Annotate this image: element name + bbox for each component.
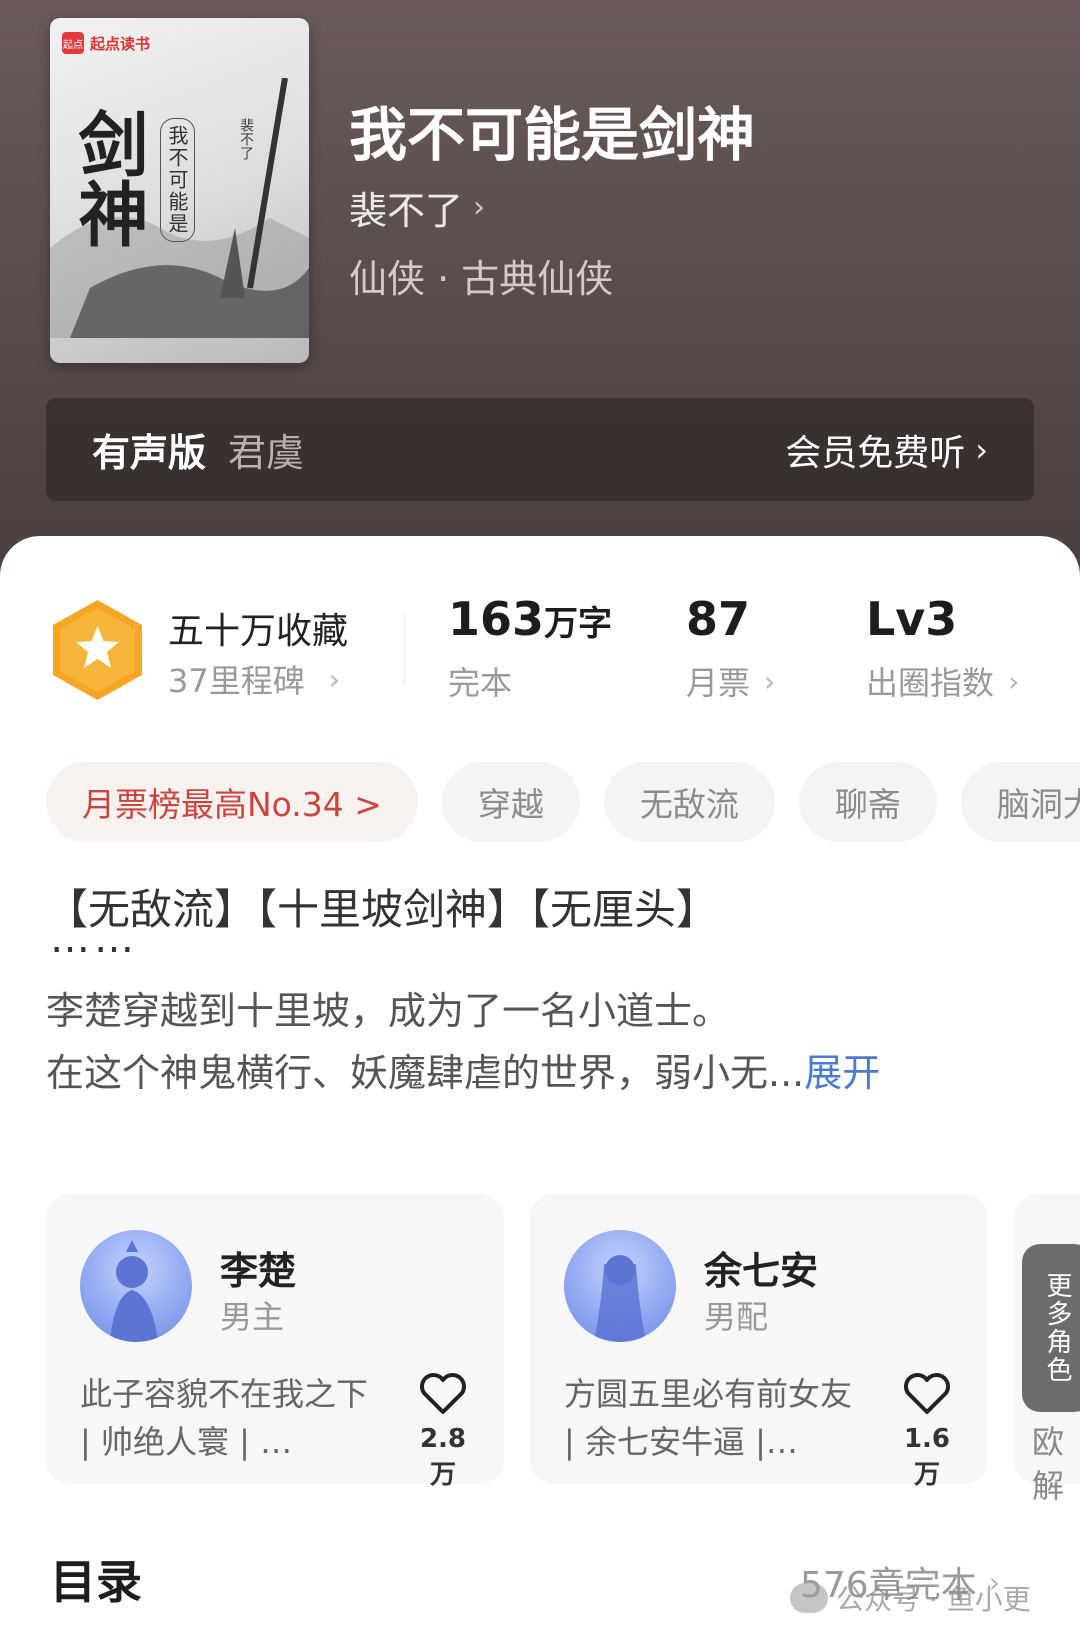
author-link[interactable]: 裴不了 › xyxy=(349,180,485,235)
rank-tag[interactable]: 月票榜最高No.34 > xyxy=(46,762,418,842)
character-avatar xyxy=(564,1230,676,1342)
tag-chip[interactable]: 穿越 xyxy=(441,762,580,842)
chevron-right-icon: › xyxy=(1008,664,1020,698)
tags-row: 月票榜最高No.34 > 穿越 无敌流 聊斋 脑洞大 xyxy=(46,762,1080,842)
book-detail-card: 五十万收藏 37里程碑 › 163万字 完本 87 月票 › Lv3 出圈指数 xyxy=(0,536,1080,1641)
character-name: 余七安 xyxy=(704,1249,819,1293)
synopsis-line: 李楚穿越到十里坡，成为了一名小道士。 xyxy=(46,989,731,1033)
more-characters-button[interactable]: 更多角色 xyxy=(1022,1244,1080,1412)
cover-author: 裴不了 xyxy=(238,118,254,160)
heart-icon xyxy=(420,1373,466,1414)
chevron-right-icon: › xyxy=(473,190,486,225)
word-count-value: 163万字 xyxy=(448,592,613,646)
book-header: 起点 起点读书 剑神 我不可能是 裴不了 我不可能是剑神 裴不了 › 仙侠 · … xyxy=(0,0,1080,600)
like-button[interactable]: 2.8万 xyxy=(408,1372,478,1491)
cover-big-title: 剑神 xyxy=(67,108,150,248)
synopsis-line: 在这个神鬼横行、妖魔肆虐的世界，弱小无...展开 xyxy=(46,1051,881,1095)
chevron-right-icon: › xyxy=(764,664,776,698)
publisher-logo-icon: 起点 xyxy=(62,32,84,54)
character-card[interactable]: 李楚 男主 此子容貌不在我之下 | 帅绝人寰 | … 2.8万 xyxy=(46,1194,504,1490)
monthly-tickets-label: 月票 › xyxy=(686,664,776,702)
audio-narrator: 君虞 xyxy=(228,431,305,475)
character-role: 男主 xyxy=(220,1298,285,1336)
synopsis-keywords: 【无敌流】【十里坡剑神】【无厘头】 xyxy=(46,885,719,934)
more-characters-panel: 更多角色 欧解 xyxy=(1014,1194,1080,1505)
character-role: 男配 xyxy=(704,1298,769,1336)
book-cover[interactable]: 起点 起点读书 剑神 我不可能是 裴不了 xyxy=(50,18,309,363)
cover-sub-title: 我不可能是 xyxy=(160,118,195,242)
collect-count: 五十万收藏 xyxy=(168,611,349,652)
character-card[interactable]: 余七安 男配 方圆五里必有前女友 | 余七安牛逼 |… 1.6万 xyxy=(530,1194,988,1490)
watermark: 公众号 · 鱼小更 xyxy=(790,1578,1031,1618)
expand-synopsis-link[interactable]: 展开 xyxy=(804,1051,880,1095)
word-count-label: 完本 xyxy=(448,664,513,702)
synopsis-ellipsis: …… xyxy=(50,916,138,962)
monthly-tickets-value: 87 xyxy=(686,592,751,646)
heart-icon xyxy=(904,1373,950,1414)
like-count: 2.8万 xyxy=(419,1424,467,1490)
popularity-level-value: Lv3 xyxy=(866,592,958,646)
character-name: 李楚 xyxy=(220,1249,297,1293)
like-button[interactable]: 1.6万 xyxy=(892,1372,962,1491)
milestone-link[interactable]: 37里程碑 › xyxy=(168,656,340,702)
popularity-index-stat[interactable]: Lv3 出圈指数 › xyxy=(866,592,1019,704)
star-badge-icon xyxy=(53,600,142,700)
genre-label: 仙侠 · 古典仙侠 xyxy=(349,257,614,301)
like-count: 1.6万 xyxy=(903,1424,951,1490)
author-name: 裴不了 xyxy=(349,189,464,233)
audio-version-bar[interactable]: 有声版 君虞 会员免费听 › xyxy=(46,398,1034,501)
tag-chip[interactable]: 无敌流 xyxy=(603,762,775,842)
divider xyxy=(404,614,405,686)
member-free-listen-button[interactable]: 会员免费听 › xyxy=(785,424,988,476)
more-characters-text: 欧解 xyxy=(1032,1423,1065,1505)
popularity-index-label: 出圈指数 › xyxy=(866,664,1020,702)
tag-chip[interactable]: 聊斋 xyxy=(798,762,937,842)
audio-label: 有声版 xyxy=(92,431,207,475)
monthly-tickets-stat[interactable]: 87 月票 › xyxy=(686,592,775,704)
word-count-stat: 163万字 完本 xyxy=(448,592,612,704)
book-title: 我不可能是剑神 xyxy=(349,101,756,169)
toc-title: 目录 xyxy=(50,1555,142,1609)
character-description: 方圆五里必有前女友 | 余七安牛逼 |… xyxy=(564,1375,853,1461)
character-avatar xyxy=(80,1230,192,1342)
tag-chip[interactable]: 脑洞大 xyxy=(960,762,1080,842)
character-silhouette-icon xyxy=(594,1255,646,1342)
chevron-right-icon: › xyxy=(975,430,988,469)
cover-publisher: 起点 起点读书 xyxy=(62,32,150,54)
character-description: 此子容貌不在我之下 | 帅绝人寰 | … xyxy=(80,1375,369,1461)
wechat-icon xyxy=(790,1583,828,1613)
character-silhouette-icon xyxy=(110,1240,158,1342)
chevron-right-icon: › xyxy=(328,662,340,696)
stats-row: 五十万收藏 37里程碑 › 163万字 完本 87 月票 › Lv3 出圈指数 xyxy=(0,592,1080,712)
